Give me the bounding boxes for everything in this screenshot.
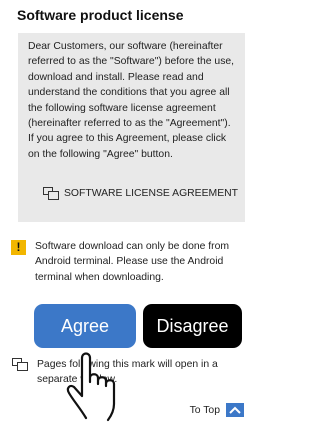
warning-icon: !: [11, 240, 26, 255]
license-link-label: SOFTWARE LICENSE AGREEMENT: [64, 188, 238, 199]
license-agreement-link[interactable]: SOFTWARE LICENSE AGREEMENT: [43, 187, 238, 200]
new-window-icon: [43, 187, 59, 200]
to-top-label: To Top: [189, 404, 220, 416]
pointing-hand-icon: [66, 352, 116, 422]
license-text: Dear Customers, our software (hereinafte…: [28, 41, 235, 160]
license-box: Dear Customers, our software (hereinafte…: [18, 33, 245, 222]
page-title: Software product license: [17, 7, 184, 23]
agree-button[interactable]: Agree: [34, 304, 136, 348]
disagree-button[interactable]: Disagree: [143, 304, 242, 348]
warning-text: Software download can only be done from …: [35, 241, 230, 283]
warning-notice: ! Software download can only be done fro…: [11, 239, 247, 285]
to-top-link[interactable]: To Top: [190, 403, 244, 417]
new-window-icon: [12, 358, 28, 371]
chevron-up-icon[interactable]: [226, 403, 244, 417]
